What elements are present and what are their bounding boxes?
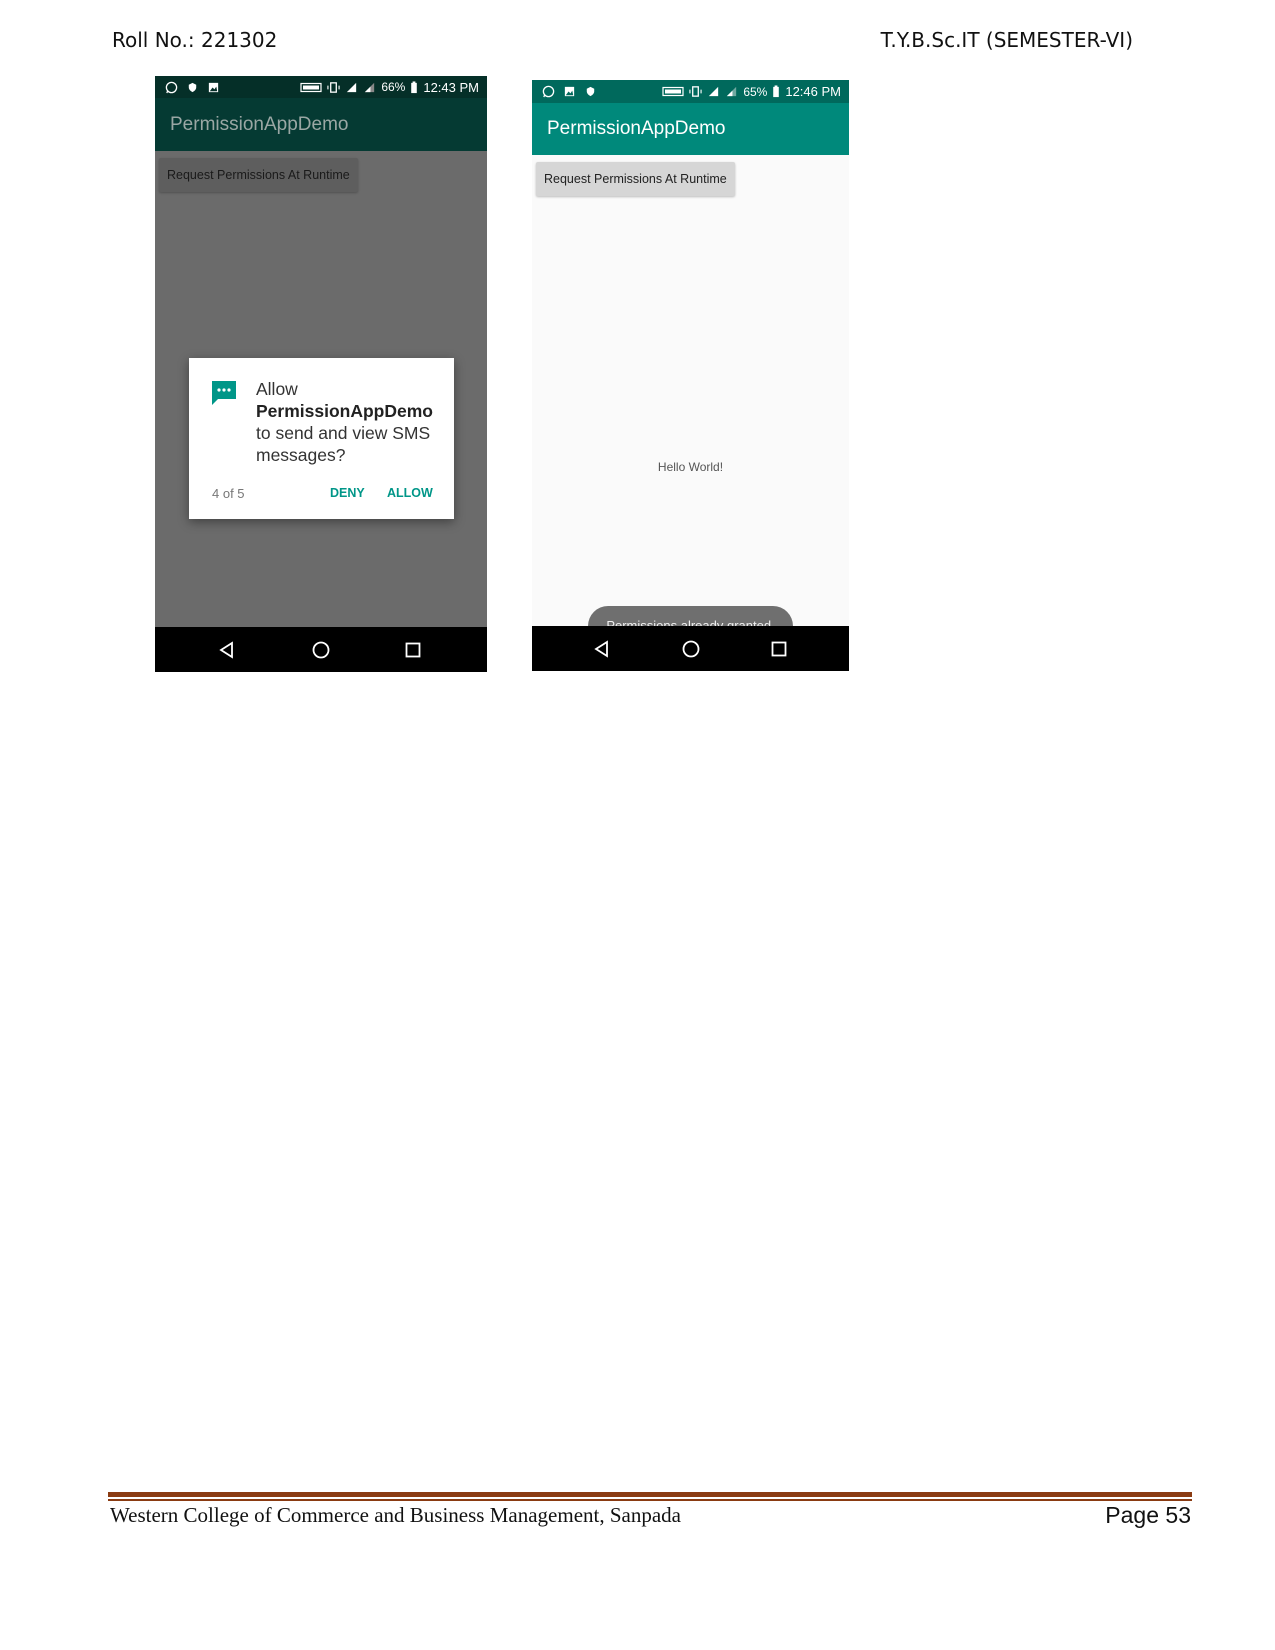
signal-icon <box>365 82 375 92</box>
shield-icon <box>586 86 595 97</box>
dialog-permission-line1: to send and view SMS <box>256 423 431 443</box>
app-content: Request Permissions At Runtime Allow Per… <box>155 152 487 627</box>
footer-rule <box>108 1492 1192 1497</box>
app-bar: PermissionAppDemo <box>155 98 487 151</box>
battery-percent: 65% <box>743 84 768 99</box>
allow-button[interactable]: ALLOW <box>387 486 433 500</box>
app-title: PermissionAppDemo <box>170 113 349 135</box>
request-permissions-button[interactable]: Request Permissions At Runtime <box>536 162 735 196</box>
clock: 12:46 PM <box>785 84 841 99</box>
deny-button[interactable]: DENY <box>330 486 365 500</box>
status-bar: 66% 12:43 PM <box>155 76 487 98</box>
roll-number: Roll No.: 221302 <box>112 28 278 52</box>
home-icon[interactable] <box>311 640 331 660</box>
recents-icon[interactable] <box>403 640 423 660</box>
shield-icon <box>188 82 197 92</box>
dialog-counter: 4 of 5 <box>212 486 245 501</box>
dialog-permission-line2: messages? <box>256 445 346 465</box>
home-icon[interactable] <box>681 639 701 659</box>
course-title: T.Y.B.Sc.IT (SEMESTER-VI) <box>880 28 1133 52</box>
app-title: PermissionAppDemo <box>547 118 726 139</box>
hello-text: Hello World! <box>657 460 724 474</box>
app-content: Request Permissions At Runtime Hello Wor… <box>532 156 849 646</box>
permission-dialog: Allow PermissionAppDemo to send and view… <box>189 358 454 519</box>
phone-screenshot-permissions-granted: 65% 12:46 PM PermissionAppDemo Request P… <box>532 80 849 671</box>
signal-4g-icon <box>347 82 357 92</box>
signal-4g-icon <box>709 86 719 97</box>
status-bar: 65% 12:46 PM <box>532 80 849 103</box>
back-icon[interactable] <box>217 640 237 660</box>
whatsapp-icon <box>165 81 178 93</box>
signal-icon <box>727 86 737 97</box>
gallery-icon <box>564 86 575 97</box>
volte-icon <box>662 86 684 97</box>
dialog-message: Allow PermissionAppDemo to send and view… <box>256 378 441 466</box>
footer-rule-thin <box>108 1499 1192 1501</box>
battery-percent: 66% <box>381 80 406 94</box>
whatsapp-icon <box>542 85 555 98</box>
sms-icon <box>212 381 236 405</box>
college-name: Western College of Commerce and Business… <box>110 1503 681 1527</box>
dialog-allow-word: Allow <box>256 379 298 399</box>
recents-icon[interactable] <box>769 639 789 659</box>
battery-icon <box>411 80 418 93</box>
navigation-bar <box>155 627 487 672</box>
dialog-app-name: PermissionAppDemo <box>256 401 433 421</box>
phone-screenshot-permission-dialog: 66% 12:43 PM PermissionAppDemo Request P… <box>155 76 487 672</box>
page-number: Page 53 <box>1105 1502 1191 1528</box>
clock: 12:43 PM <box>423 79 479 95</box>
request-permissions-button[interactable]: Request Permissions At Runtime <box>159 158 358 192</box>
back-icon[interactable] <box>592 639 612 659</box>
vibrate-icon <box>327 81 340 93</box>
app-bar: PermissionAppDemo <box>532 103 849 155</box>
navigation-bar <box>532 626 849 671</box>
battery-icon <box>773 85 780 98</box>
gallery-icon <box>208 82 219 92</box>
volte-icon <box>300 82 322 92</box>
vibrate-icon <box>689 86 702 97</box>
